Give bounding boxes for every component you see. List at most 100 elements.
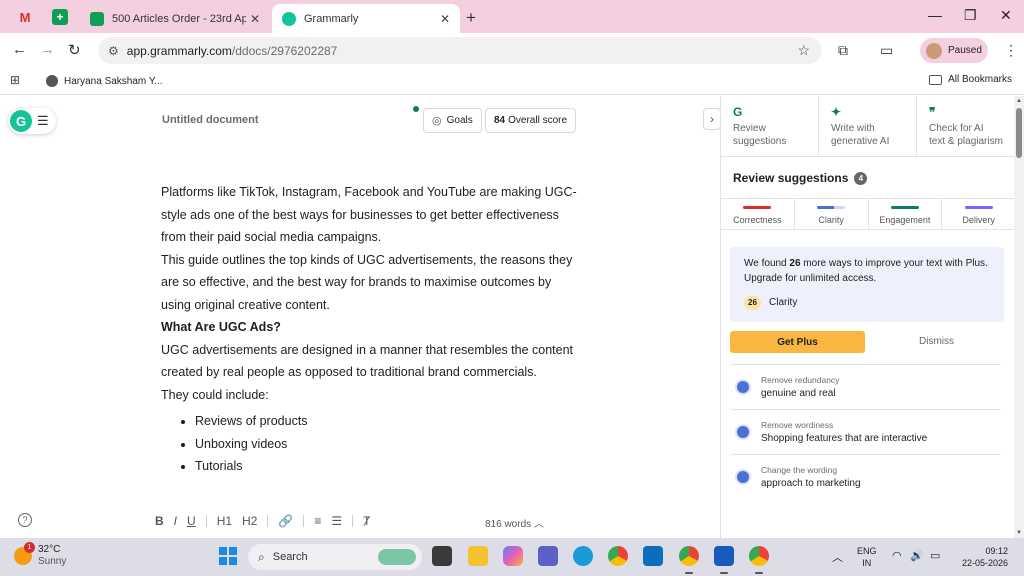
site-info-icon[interactable]: ⚙ [108,44,119,58]
address-bar[interactable]: ⚙ app.grammarly.com/ddocs/2976202287 ☆ [98,37,822,64]
chevron-right-icon[interactable]: › [703,108,721,130]
close-tab-icon[interactable]: ✕ [250,12,260,26]
word-icon[interactable] [714,546,734,574]
suggestion-card[interactable]: Change the wording approach to marketing [731,454,1001,499]
url-host: app.grammarly.com [126,43,232,58]
reload-icon[interactable]: ↻ [68,41,81,59]
apps-grid-icon[interactable]: ⊞ [10,73,20,87]
paragraph: This guide outlines the top kinds of UGC… [161,252,573,312]
chevron-up-icon[interactable]: ︿ [832,549,843,565]
profile-status: Paused [948,45,982,56]
list-item: Reviews of products [195,410,581,433]
divider [303,515,305,527]
score-label: Overall score [508,115,568,126]
scroll-up-icon[interactable]: ▲ [1016,98,1022,104]
folder-icon [929,74,943,85]
taskbar-search[interactable]: ⌕ Search [248,544,422,570]
underline-button[interactable]: U [187,514,196,528]
word-count[interactable]: 816 words ︿ [485,515,544,530]
dismiss-button[interactable]: Dismiss [919,336,954,347]
cast-icon[interactable]: ▭ [880,42,893,59]
volume-icon[interactable]: 🔊 [910,549,924,562]
bold-button[interactable]: B [155,514,164,528]
upgrade-notice: We found 26 more ways to improve your te… [730,247,1004,322]
page-scrollbar[interactable]: ▲ ▼ [1014,96,1024,538]
grammarly-menu-button[interactable]: G ☰ [8,108,56,134]
restore-icon[interactable]: ❐ [964,7,977,24]
chrome-profile-2-icon[interactable] [749,546,769,574]
new-tab-button[interactable]: + [466,8,476,28]
chrome-profile-icon[interactable] [679,546,699,574]
document-body[interactable]: Platforms like TikTok, Instagram, Facebo… [161,181,581,478]
weather-widget[interactable]: 1 32°C Sunny [14,542,66,568]
clarity-dot-icon [737,426,749,438]
search-label: Search [272,551,308,563]
get-plus-button[interactable]: Get Plus [730,331,865,353]
clear-format-icon[interactable]: Ⱦ [363,514,370,528]
tab-ai-plagiarism[interactable]: ❞ Check for AI text & plagiarism [917,96,1015,156]
scrollbar-thumb[interactable] [1016,108,1022,158]
divider [352,515,354,527]
copilot-icon[interactable] [503,546,523,566]
heading-label: Review suggestions [733,171,849,185]
search-icon: ⌕ [258,549,265,564]
tab-label: text & plagiarism [929,136,1003,147]
help-icon[interactable]: ? [18,513,32,527]
tab-label: Check for AI [929,123,984,134]
italic-button[interactable]: I [174,514,177,528]
suggestion-card[interactable]: Remove wordiness Shopping features that … [731,409,1001,454]
bulleted-list-icon[interactable]: ☰ [331,514,342,528]
clock[interactable]: 09:12 22-05-2026 [956,545,1008,569]
overall-score-button[interactable]: 84 Overall score [485,108,577,133]
battery-icon[interactable]: ▭ [930,549,940,562]
extensions-icon[interactable]: ⧉ [838,42,848,59]
gmail-icon[interactable]: M [14,6,36,28]
category-label: Engagement [879,215,931,225]
link-icon[interactable]: 🔗 [278,514,293,528]
suggestion-card[interactable]: Remove redundancy genuine and real [731,364,1001,409]
search-highlight-icon [378,549,416,565]
category-clarity[interactable]: Clarity [795,199,869,229]
goals-button[interactable]: ◎ Goals [423,108,482,133]
tab-label: suggestions [733,136,787,147]
category-delivery[interactable]: Delivery [942,199,1015,229]
all-bookmarks[interactable]: All Bookmarks [929,74,1012,85]
chrome-icon[interactable] [608,546,628,566]
minimize-icon[interactable]: — [928,7,942,23]
task-view-icon[interactable] [432,546,452,566]
tab-label: Review [733,123,766,134]
tab-title: Grammarly [304,12,359,25]
tab-grammarly[interactable]: Grammarly ✕ [272,4,460,33]
url-path: /ddocs/2976202287 [231,43,338,58]
edge-icon[interactable] [573,546,593,566]
heading2-button[interactable]: H2 [242,514,257,528]
numbered-list-icon[interactable]: ≡ [314,514,321,528]
forward-icon[interactable]: → [40,41,55,58]
category-correctness[interactable]: Correctness [721,199,795,229]
file-explorer-icon[interactable] [468,546,488,566]
heading1-button[interactable]: H1 [217,514,232,528]
browser-tab-strip: M + 500 Articles Order - 23rd April 2026… [0,0,1024,33]
sheets-icon[interactable]: + [52,9,68,25]
outlook-icon[interactable] [643,546,663,566]
tab-generative-ai[interactable]: ✦ Write with generative AI [819,96,917,156]
wifi-icon[interactable]: ◠ [892,549,902,562]
category-engagement[interactable]: Engagement [869,199,943,229]
tab-articles-order[interactable]: 500 Articles Order - 23rd April 2026 ✕ [80,4,270,33]
scroll-down-icon[interactable]: ▼ [1016,530,1022,536]
close-window-icon[interactable]: ✕ [1000,7,1012,24]
back-icon[interactable]: ← [12,41,27,58]
bookmark-star-icon[interactable]: ☆ [797,42,810,59]
tab-review-suggestions[interactable]: G Review suggestions [721,96,819,156]
language-indicator[interactable]: ENG IN [857,545,877,569]
paragraph: Platforms like TikTok, Instagram, Facebo… [161,185,577,244]
menu-dots-icon[interactable]: ⋮ [1004,42,1018,59]
bookmark-favicon-icon [46,75,58,87]
upgrade-text-part: We found [744,258,790,269]
profile-button[interactable]: Paused [920,38,988,63]
teams-icon[interactable] [538,546,558,566]
close-tab-icon[interactable]: ✕ [440,12,450,26]
bookmark-haryana[interactable]: Haryana Saksham Y... [46,75,163,87]
windows-start-icon[interactable] [219,547,237,565]
document-title[interactable]: Untitled document [162,114,259,126]
